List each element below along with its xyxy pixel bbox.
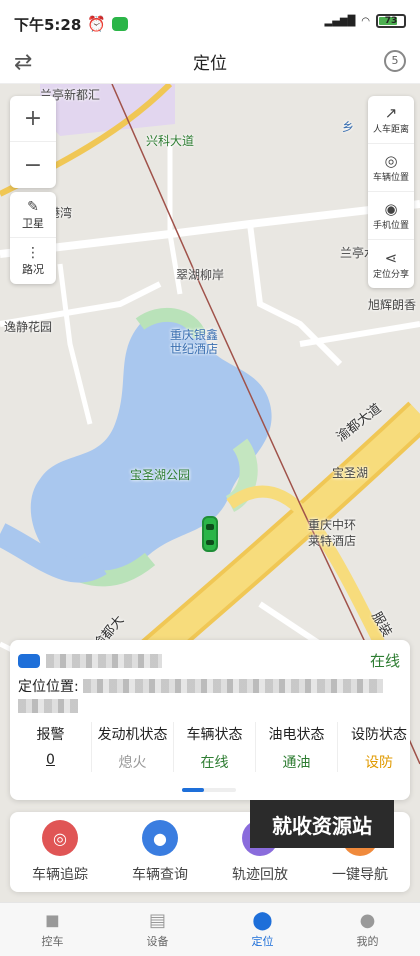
track-vehicle-button[interactable]: ◎ 车辆追踪	[10, 812, 110, 892]
stat-fuel: 油电状态 通油	[256, 722, 338, 772]
tab-profile[interactable]: ● 我的	[315, 903, 420, 956]
swap-icon[interactable]: ⇄	[14, 50, 32, 75]
tab-label: 设备	[146, 935, 169, 948]
list-icon: ▤	[148, 910, 166, 931]
satellite-button[interactable]: ✎ 卫星	[10, 192, 56, 238]
page-indicator	[182, 788, 236, 792]
query-vehicle-button[interactable]: ● 车辆查询	[110, 812, 210, 892]
share-icon: ⋖	[384, 248, 398, 267]
wifi-icon: ◠	[361, 15, 370, 27]
top-header: ⇄ 定位 5	[0, 40, 420, 84]
location-row-2	[18, 698, 78, 717]
satellite-label: 卫星	[22, 216, 44, 230]
share-location-button[interactable]: ⋖ 定位分享	[368, 240, 414, 288]
action-label: 一键导航	[332, 867, 388, 883]
traffic-light-icon: ⋮	[26, 245, 40, 261]
action-label: 车辆追踪	[32, 867, 88, 883]
map-label: 重庆中环	[308, 518, 357, 532]
stat-value: 在线	[200, 755, 229, 771]
layer-control: ✎ 卫星 ⋮ 路况	[10, 192, 56, 284]
stat-label: 车辆状态	[186, 727, 243, 743]
signal-icon: ▂▄▆█	[324, 15, 356, 27]
control-label: 手机位置	[372, 221, 409, 231]
alarm-icon: ⏰	[87, 15, 106, 33]
car-icon	[18, 654, 40, 668]
stat-value: 通油	[282, 755, 311, 771]
map-pin-icon: ⬤	[252, 910, 273, 931]
battery-icon: 73	[376, 14, 406, 28]
stat-value: 熄火	[118, 755, 147, 771]
bottom-tab-bar: ◼ 控车 ▤ 设备 ⬤ 定位 ● 我的	[0, 902, 420, 956]
vehicle-row	[18, 650, 400, 672]
map-label: 兴科大道	[146, 134, 195, 148]
traffic-label: 路况	[22, 263, 44, 276]
stat-engine: 发动机状态 熄火	[92, 722, 174, 772]
person-location-icon: ◉	[384, 200, 398, 218]
phone-location-button[interactable]: ◉ 手机位置	[368, 192, 414, 240]
wechat-icon	[112, 17, 128, 31]
stat-vehicle: 车辆状态 在线	[174, 722, 256, 772]
map-label: 莱特酒店	[308, 534, 357, 548]
map-label: 翠湖柳岸	[176, 268, 225, 282]
action-label: 车辆查询	[132, 867, 188, 883]
watermark: 就收资源站	[250, 800, 394, 848]
zoom-in-button[interactable]: +	[10, 96, 56, 142]
tab-device[interactable]: ▤ 设备	[105, 903, 210, 956]
map-label: 世纪酒店	[170, 342, 219, 356]
vehicle-location-button[interactable]: ◎ 车辆位置	[368, 144, 414, 192]
person-car-distance-button[interactable]: ↗ 人车距离	[368, 96, 414, 144]
battery-level: 73	[384, 16, 398, 26]
stat-value: 0	[46, 752, 55, 768]
location-row: 定位位置:	[18, 676, 383, 696]
user-icon: ●	[359, 910, 376, 931]
status-strip[interactable]: 报警 0 发动机状态 熄火 车辆状态 在线 油电状态 通油 设防状态 设防	[10, 722, 410, 772]
map-label: 乡	[342, 120, 355, 134]
map-label: 宝圣湖公园	[130, 468, 191, 482]
location-label: 定位位置:	[18, 679, 79, 695]
page-title: 定位	[193, 54, 227, 74]
satellite-icon: ✎	[27, 198, 39, 215]
tab-label: 定位	[251, 935, 274, 948]
tab-label: 控车	[41, 935, 64, 948]
stat-label: 设防状态	[351, 727, 407, 743]
control-label: 人车距离	[372, 125, 409, 135]
stat-label: 油电状态	[268, 727, 325, 743]
tab-label: 我的	[356, 935, 379, 948]
target-icon: ◎	[42, 820, 78, 856]
map-label: 宝圣湖	[332, 466, 369, 480]
vehicle-id-redacted	[46, 654, 162, 668]
online-status: 在线	[369, 652, 400, 670]
refresh-timer[interactable]: 5	[384, 50, 406, 72]
map-pin-icon: ●	[142, 820, 178, 856]
map-label: 旭辉朗香	[368, 298, 417, 312]
stat-value: 设防	[365, 755, 393, 771]
traffic-button[interactable]: ⋮ 路况	[10, 238, 56, 284]
stat-label: 报警	[36, 727, 65, 743]
control-label: 车辆位置	[372, 173, 409, 183]
zoom-out-button[interactable]: −	[10, 142, 56, 188]
car-icon: ◼	[45, 910, 60, 931]
stat-alarm[interactable]: 报警 0	[10, 722, 92, 772]
location-address-redacted	[18, 699, 78, 713]
car-location-icon: ◎	[384, 152, 398, 170]
zoom-control: + −	[10, 96, 56, 188]
map-right-controls: ↗ 人车距离 ◎ 车辆位置 ◉ 手机位置 ⋖ 定位分享	[368, 96, 414, 288]
vehicle-info-card: 在线 定位位置: 报警 0 发动机状态 熄火 车辆状态 在线 油电状态 通油 设…	[10, 640, 410, 800]
status-time: 下午5:28	[14, 15, 82, 34]
vehicle-marker[interactable]	[202, 516, 218, 552]
route-icon: ↗	[384, 104, 398, 122]
map-label: 逸静花园	[4, 320, 53, 334]
location-address-redacted	[82, 679, 383, 693]
stat-label: 发动机状态	[97, 727, 168, 743]
tab-control[interactable]: ◼ 控车	[0, 903, 105, 956]
control-label: 定位分享	[372, 269, 409, 280]
tab-location[interactable]: ⬤ 定位	[210, 903, 315, 956]
action-label: 轨迹回放	[232, 867, 288, 883]
stat-armed: 设防状态 设防	[338, 722, 410, 772]
